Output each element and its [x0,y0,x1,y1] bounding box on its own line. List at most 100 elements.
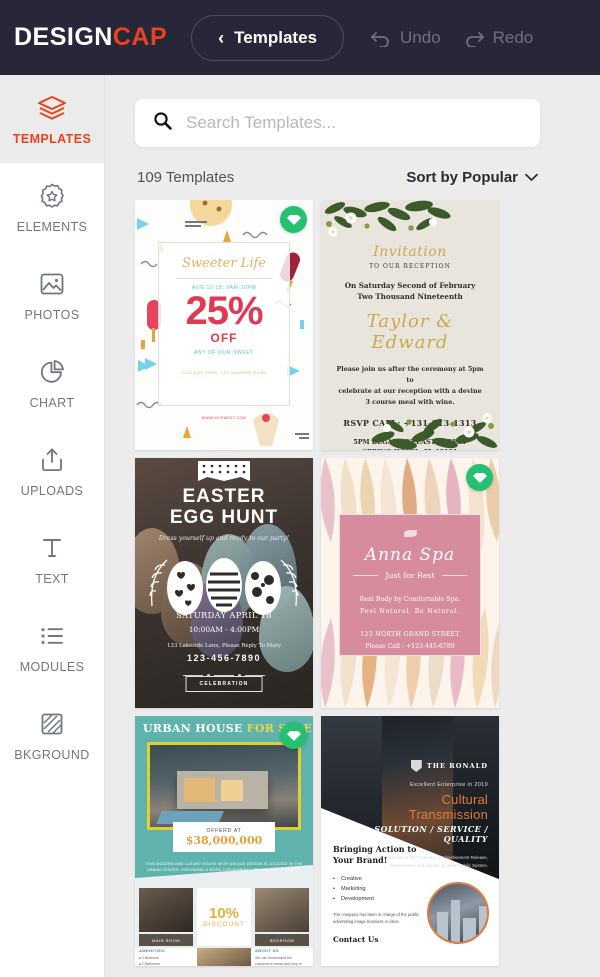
diamond-premium-icon [286,214,301,225]
sidebar-item-text[interactable]: TEXT [0,515,104,603]
undo-label: Undo [399,27,441,47]
pie-chart-icon [38,357,66,387]
search-input[interactable]: Search Templates... [135,99,540,147]
logo-text-design: DESIGN [14,23,113,51]
search-placeholder: Search Templates... [186,113,336,132]
info-row: AMENITIES: 3 Bedroom 2 Bathroom 1 Living… [135,948,313,966]
sidebar-item-chart[interactable]: CHART [0,339,104,427]
header-actions: Undo Redo [370,28,533,48]
sidebar-label-uploads: UPLOADS [20,483,84,498]
card-address: 123 NORTH GRAND STREET [360,631,460,638]
premium-badge [466,464,493,491]
thumbnail-left: MAIN ROOM [139,888,193,946]
card-heading: EASTER EGG HUNT Dress yourself up and re… [135,486,313,542]
amenity-item: 3 Bedroom [139,956,159,960]
thumb-image [255,888,309,932]
redo-label: Redo [492,27,534,47]
card-date: SATURDAY APRIL 18 [176,610,272,620]
card-lower-content: Bringing Action to Your Brand! Creative … [333,844,429,944]
sidebar-item-uploads[interactable]: UPLOADS [0,427,104,515]
about-title: ABOUT US [255,948,280,953]
sidebar-label-elements: ELEMENTS [16,219,88,234]
image-icon [38,269,66,299]
card-kicker: Excellent Enterprise in 2019 [409,782,488,788]
panel-toolbar: 109 Templates Sort by Popular [135,147,540,200]
card-off-label: OFF [210,331,238,345]
card-content: Sweeter Life AUG 12-18, 9AM-10PM 25% OFF… [158,242,290,406]
card-title-line-1: EASTER [182,486,266,507]
card-names: Taylor & Edward [366,311,454,354]
template-card[interactable]: Invitation TO OUR RECEPTION On Saturday … [321,200,499,450]
template-card[interactable]: Anna Spa Just for Rest Rest Body by Comf… [321,458,499,708]
card-title: Invitation [373,244,447,260]
upload-icon [38,445,66,475]
templates-back-button[interactable]: ‹ Templates [191,14,344,61]
card-phone: 123-456-7890 [186,653,262,663]
price-box: OFFERD AT $38,000,000 [173,822,275,852]
sort-label: Sort by Popular [406,169,518,186]
bullet-item: Marketing [333,884,429,895]
card-discount: 25% [185,289,263,333]
template-card[interactable]: URBAN HOUSE FOR SALE OFFERD AT $38,000,0… [135,716,313,966]
thumbnail-row: MAIN ROOM 10% DISCOUNT BEDROOM [135,888,313,946]
card-title-main: URBAN HOUSE [143,722,247,735]
template-card[interactable]: EASTER EGG HUNT Dress yourself up and re… [135,458,313,708]
date-line-2: Two Thousand Nineteenth [357,292,463,302]
amenities-col: AMENITIES: 3 Bedroom 2 Bathroom 1 Living… [139,948,193,966]
templates-scroll-area[interactable]: Sweeter Life AUG 12-18, 9AM-10PM 25% OFF… [105,200,600,977]
template-card[interactable]: THE RONALD Excellent Enterprise in 2019 … [321,716,499,966]
divider [177,278,271,279]
designcap-app: DESIGN CAP ‹ Templates Undo Redo TEMPLAT… [0,0,600,977]
foliage-bottom-decoration [371,413,498,450]
app-header: DESIGN CAP ‹ Templates Undo Redo [0,0,600,75]
sidebar-item-templates[interactable]: TEMPLATES [0,75,104,163]
leaf-icon [403,530,417,537]
card-address: 133 Lakeside Lane, Please Reply To Mary [166,643,282,649]
templates-button-label: Templates [234,27,317,47]
sidebar-item-modules[interactable]: MODULES [0,603,104,691]
sidebar-item-elements[interactable]: ELEMENTS [0,163,104,251]
about-col: ABOUT US We can understand the customer'… [255,948,309,966]
about-text: We can understand the customer's needs a… [255,956,302,966]
heading-line-1: Bringing Action to [333,844,417,854]
text-t-icon [38,533,66,563]
kitchen-thumb [197,948,251,966]
circular-city-photo [427,882,489,944]
brand-name: THE RONALD [426,762,488,770]
amenity-item: 2 Bathroom [139,962,160,966]
brand-row: THE RONALD [410,760,488,772]
card-contact: Contact Us [333,934,379,944]
diamond-premium-icon [472,472,487,483]
shield-icon [410,760,422,772]
card-title: Sweeter Life [182,256,266,271]
heading-line-2: Your Brand! [333,854,388,865]
card-subtitle-row: Just for Rest [352,571,468,580]
bullet-list: Creative Marketing Development [333,874,429,905]
card-title: Cultural Transmission [408,792,488,822]
app-body: TEMPLATES ELEMENTS PHOTOS CHART UPLOADS … [0,75,600,977]
chevron-left-icon: ‹ [218,27,225,48]
card-title: Anna Spa [364,545,456,565]
template-card[interactable]: Sweeter Life AUG 12-18, 9AM-10PM 25% OFF… [135,200,313,450]
card-subtitle: TO OUR RECEPTION [369,263,451,270]
card-description: THIS MODERN AND LUXURY HOUSE WITH UNIQUE… [145,862,303,873]
amenities-list: 3 Bedroom 2 Bathroom 1 Living Room [139,955,193,966]
card-website: WWW.MYSWEET.COM [201,416,247,420]
card-title-line-2: EGG HUNT [169,507,279,529]
background-hatch-icon [38,709,66,739]
search-wrapper: Search Templates... [135,75,540,147]
designcap-logo[interactable]: DESIGN CAP [14,23,167,52]
sidebar-label-photos: PHOTOS [24,307,80,322]
card-subtitle: ANY OF OUR SWEET [194,350,254,356]
sidebar-item-photos[interactable]: PHOTOS [0,251,104,339]
redo-button[interactable]: Redo [463,27,534,48]
discount-label: DISCOUNT [203,921,245,928]
sidebar-label-modules: MODULES [19,659,85,674]
sort-dropdown[interactable]: Sort by Popular [406,169,538,186]
card-content: Anna Spa Just for Rest Rest Body by Comf… [339,514,481,656]
sidebar-item-bkground[interactable]: BKGROUND [0,691,104,779]
list-star-icon [38,621,66,651]
card-body-line-2: Feel Natural, Be Natural. [360,608,460,615]
sidebar-label-templates: TEMPLATES [12,131,92,146]
undo-button[interactable]: Undo [370,28,441,48]
